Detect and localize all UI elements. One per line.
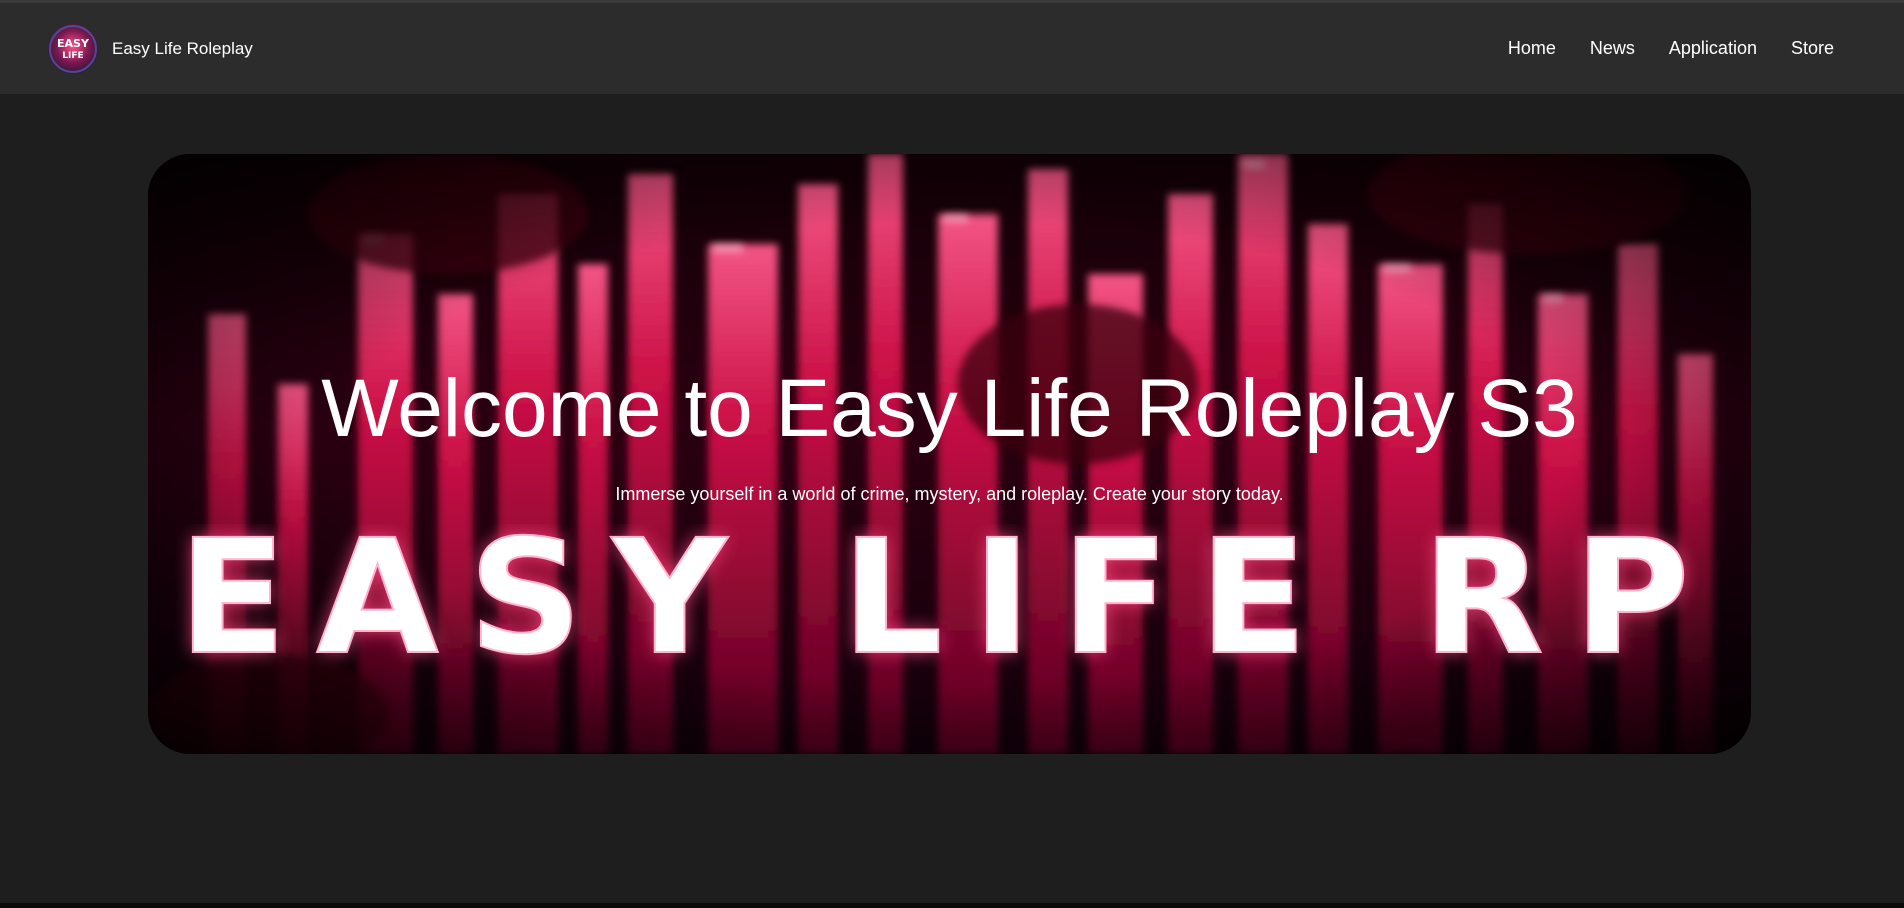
brand-name[interactable]: Easy Life Roleplay	[112, 39, 253, 59]
brand-logo[interactable]: EASY LIFE	[48, 23, 98, 74]
logo-text-top: EASY	[57, 37, 90, 50]
hero-subtitle: Immerse yourself in a world of crime, my…	[615, 484, 1284, 504]
logo-icon: EASY LIFE	[48, 23, 98, 74]
nav-link-store[interactable]: Store	[1791, 38, 1834, 59]
nav-link-home[interactable]: Home	[1508, 38, 1556, 59]
nav-link-application[interactable]: Application	[1669, 38, 1757, 59]
hero-logo-text: EASY LIFE RP	[178, 524, 1719, 674]
page: EASY LIFE Easy Life Roleplay Home News A…	[0, 0, 1904, 908]
hero-logo-banner: EASY LIFE RP EASY LIFE RP	[177, 524, 1719, 674]
nav-links: Home News Application Store	[1508, 38, 1834, 59]
hero-title: Welcome to Easy Life Roleplay S3	[321, 363, 1578, 454]
nav-link-news[interactable]: News	[1590, 38, 1635, 59]
brand-link[interactable]: EASY LIFE Easy Life Roleplay	[48, 23, 253, 74]
hero-banner: Welcome to Easy Life Roleplay S3 Immerse…	[148, 154, 1751, 754]
navbar: EASY LIFE Easy Life Roleplay Home News A…	[0, 3, 1904, 94]
logo-text-bottom: LIFE	[62, 51, 83, 61]
